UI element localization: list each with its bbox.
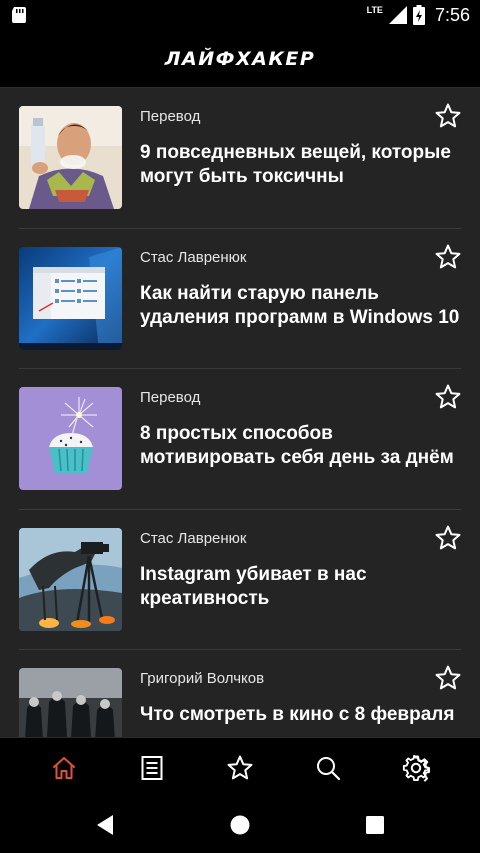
article-card[interactable]: Григорий Волчков Что смотреть в кино с 8…: [0, 650, 480, 737]
home-icon: [53, 756, 75, 779]
article-thumbnail: [19, 527, 122, 631]
article-thumbnail: [19, 246, 122, 350]
article-author: Стас Лавренюк: [140, 248, 247, 266]
status-bar: LTE 7:56: [0, 0, 480, 30]
tab-home[interactable]: [44, 748, 84, 788]
signal-icon: [388, 6, 407, 24]
bottom-tab-bar: [0, 737, 480, 797]
article-card[interactable]: Перевод 9 повседневных вещей, которые мо…: [0, 88, 480, 229]
tab-settings[interactable]: [396, 748, 436, 788]
article-thumbnail: [19, 106, 122, 209]
article-author: Перевод: [140, 108, 201, 125]
article-author: Григорий Волчков: [140, 670, 265, 687]
tab-favorites[interactable]: [220, 748, 260, 788]
app-header: ЛАЙФХАКЕР: [0, 30, 480, 88]
nav-home-button[interactable]: [226, 811, 254, 839]
nav-back-button[interactable]: [91, 811, 119, 839]
article-title[interactable]: Instagram убивает в нас креативность: [140, 563, 465, 611]
bookmark-star-icon[interactable]: [434, 664, 462, 692]
article-title[interactable]: Что смотреть в кино с 8 февраля: [140, 703, 465, 727]
bookmark-star-icon[interactable]: [434, 524, 462, 552]
home-circle-icon: [230, 815, 250, 835]
tab-search[interactable]: [308, 748, 348, 788]
star-icon: [227, 755, 253, 779]
article-card[interactable]: Перевод 8 простых способов мотивировать …: [0, 369, 480, 510]
article-title[interactable]: Как найти старую панель удаления програм…: [140, 282, 465, 330]
search-icon: [317, 756, 341, 780]
article-author: Стас Лавренюк: [140, 529, 247, 547]
bookmark-star-icon[interactable]: [434, 102, 462, 130]
recents-square-icon: [366, 816, 384, 834]
gear-icon: [402, 754, 430, 782]
nav-recents-button[interactable]: [361, 811, 389, 839]
back-triangle-icon: [97, 815, 113, 835]
article-thumbnail: [19, 387, 122, 490]
sd-card-icon: [12, 7, 26, 23]
article-feed[interactable]: Перевод 9 повседневных вещей, которые мо…: [0, 88, 480, 737]
article-title[interactable]: 9 повседневных вещей, которые могут быть…: [140, 141, 465, 189]
article-title[interactable]: 8 простых способов мотивировать себя ден…: [140, 422, 465, 470]
bookmark-star-icon[interactable]: [434, 383, 462, 411]
bookmark-star-icon[interactable]: [434, 243, 462, 271]
article-thumbnail: [19, 668, 122, 737]
tab-categories[interactable]: [132, 748, 172, 788]
network-type: LTE: [366, 5, 383, 15]
system-nav-bar: [0, 797, 480, 853]
list-icon: [141, 755, 163, 780]
battery-icon: [412, 5, 425, 25]
article-card[interactable]: Стас Лавренюк Instagram убивает в нас кр…: [0, 510, 480, 650]
app-title: ЛАЙФХАКЕР: [164, 47, 316, 70]
article-card[interactable]: Стас Лавренюк Как найти старую панель уд…: [0, 229, 480, 369]
article-author: Перевод: [140, 389, 201, 406]
clock: 7:56: [434, 4, 470, 25]
